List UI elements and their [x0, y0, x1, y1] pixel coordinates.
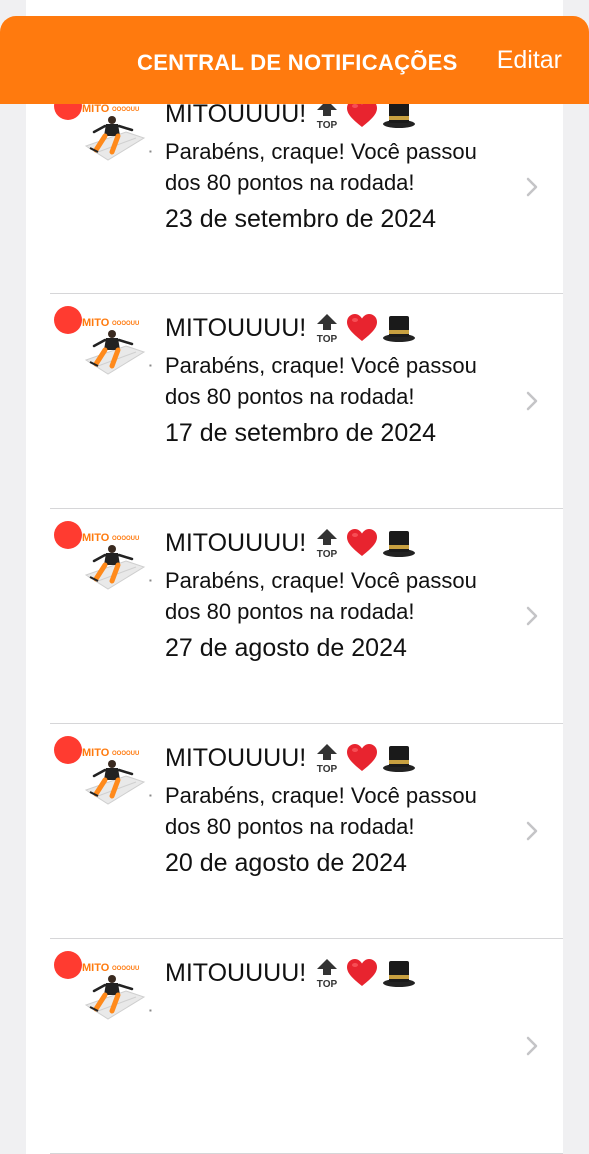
notification-date: 17 de setembro de 2024 — [165, 419, 437, 447]
notification-row[interactable]: MITO OOOOUU ▪ MITOUUUU! TOP — [26, 509, 563, 724]
top-hat-icon — [382, 313, 416, 343]
notification-title: MITOUUUU! — [165, 529, 307, 557]
top-arrow-icon: TOP — [314, 742, 340, 774]
notification-title-line: MITOUUUU! TOP — [165, 310, 495, 346]
edit-button[interactable]: Editar — [497, 46, 562, 75]
svg-text:MITO: MITO — [82, 532, 110, 544]
red-heart-icon — [346, 958, 378, 988]
notification-body: Parabéns, craque! Você passou dos 80 pon… — [165, 353, 477, 409]
svg-text:OOOOUU: OOOOUU — [112, 107, 139, 113]
svg-text:TOP: TOP — [317, 764, 338, 774]
chevron-right-icon — [526, 821, 538, 841]
top-arrow-icon: TOP — [314, 957, 340, 989]
unread-indicator — [54, 951, 82, 979]
svg-text:TOP: TOP — [317, 334, 338, 344]
notification-title: MITOUUUU! — [165, 959, 307, 987]
top-hat-icon — [382, 958, 416, 988]
notification-list: MITO OOOOUU ▪ MITOUUUU! TOP Parabéns, cr… — [26, 80, 563, 1154]
page-title: CENTRAL DE NOTIFICAÇÕES — [137, 50, 458, 75]
notification-content: MITOUUUU! TOP — [165, 525, 495, 666]
svg-text:OOOOUU: OOOOUU — [112, 966, 139, 972]
attachment-mark-icon: ▪ — [149, 147, 152, 156]
notification-row[interactable]: MITO OOOOUU ▪ MITOUUUU! TOP — [26, 939, 563, 1154]
red-heart-icon — [346, 743, 378, 773]
notification-content: MITOUUUU! TOP — [165, 740, 495, 881]
top-arrow-icon: TOP — [314, 527, 340, 559]
mito-logo-player-icon: MITO OOOOUU — [82, 103, 146, 161]
notification-date: 20 de agosto de 2024 — [165, 849, 407, 877]
notification-body: Parabéns, craque! Você passou dos 80 pon… — [165, 568, 477, 624]
svg-text:TOP: TOP — [317, 120, 338, 130]
notification-body: Parabéns, craque! Você passou dos 80 pon… — [165, 139, 477, 195]
mito-logo-player-icon: MITO OOOOUU — [82, 532, 146, 590]
notification-title-line: MITOUUUU! TOP — [165, 525, 495, 561]
attachment-mark-icon: ▪ — [149, 361, 152, 370]
unread-indicator — [54, 521, 82, 549]
unread-indicator — [54, 306, 82, 334]
notification-content: MITOUUUU! TOP — [165, 955, 495, 995]
notification-title-line: MITOUUUU! TOP — [165, 955, 495, 991]
chevron-right-icon — [526, 177, 538, 197]
notification-row[interactable]: MITO OOOOUU ▪ MITOUUUU! TOP — [26, 724, 563, 939]
svg-text:TOP: TOP — [317, 979, 338, 989]
notification-row[interactable]: MITO OOOOUU ▪ MITOUUUU! TOP — [26, 294, 563, 509]
mito-logo-player-icon: MITO OOOOUU — [82, 962, 146, 1020]
notification-title-line: MITOUUUU! TOP — [165, 740, 495, 776]
notification-row[interactable]: MITO OOOOUU ▪ MITOUUUU! TOP — [26, 80, 563, 294]
svg-text:OOOOUU: OOOOUU — [112, 751, 139, 757]
top-arrow-icon: TOP — [314, 312, 340, 344]
mito-logo-player-icon: MITO OOOOUU — [82, 317, 146, 375]
svg-text:MITO: MITO — [82, 103, 110, 115]
attachment-mark-icon: ▪ — [149, 791, 152, 800]
red-heart-icon — [346, 528, 378, 558]
top-hat-icon — [382, 743, 416, 773]
unread-indicator — [54, 736, 82, 764]
top-hat-icon — [382, 528, 416, 558]
notification-body: Parabéns, craque! Você passou dos 80 pon… — [165, 783, 477, 839]
notification-center-header: CENTRAL DE NOTIFICAÇÕES Editar — [0, 16, 589, 104]
attachment-mark-icon: ▪ — [149, 1006, 152, 1015]
svg-text:TOP: TOP — [317, 549, 338, 559]
attachment-mark-icon: ▪ — [149, 576, 152, 585]
svg-text:OOOOUU: OOOOUU — [112, 321, 139, 327]
notification-title: MITOUUUU! — [165, 744, 307, 772]
svg-text:MITO: MITO — [82, 747, 110, 759]
red-heart-icon — [346, 313, 378, 343]
svg-text:MITO: MITO — [82, 317, 110, 329]
notification-title: MITOUUUU! — [165, 314, 307, 342]
notification-date: 27 de agosto de 2024 — [165, 634, 407, 662]
chevron-right-icon — [526, 1036, 538, 1056]
chevron-right-icon — [526, 606, 538, 626]
notification-content: MITOUUUU! TOP — [165, 96, 495, 237]
chevron-right-icon — [526, 391, 538, 411]
mito-logo-player-icon: MITO OOOOUU — [82, 747, 146, 805]
svg-text:MITO: MITO — [82, 962, 110, 974]
svg-text:OOOOUU: OOOOUU — [112, 536, 139, 542]
notification-date: 23 de setembro de 2024 — [165, 205, 437, 233]
notification-content: MITOUUUU! TOP — [165, 310, 495, 451]
